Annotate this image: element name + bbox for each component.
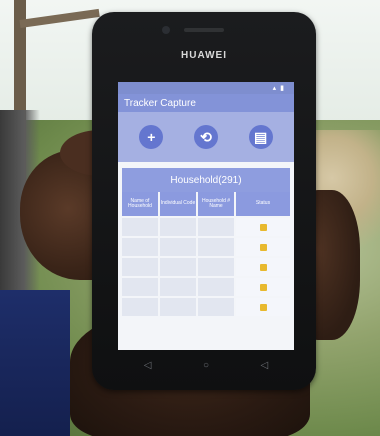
table-cell[interactable] xyxy=(122,218,158,236)
table-cell[interactable] xyxy=(122,278,158,296)
battery-icon: ▮ xyxy=(280,85,284,92)
sync-button[interactable]: ⟲ xyxy=(193,125,218,149)
table-cell[interactable] xyxy=(122,298,158,316)
status-indicator-icon xyxy=(259,283,267,291)
table-title-bar: Household(291) xyxy=(122,168,290,192)
table-cell[interactable] xyxy=(198,218,234,236)
column-header[interactable]: Household # Name xyxy=(198,192,234,216)
table-cell[interactable] xyxy=(160,258,196,276)
smartphone: HUAWEI ▴ ▮ Tracker Capture + ⟲ ▤ Househo… xyxy=(92,12,316,390)
app-title: Tracker Capture xyxy=(124,97,196,109)
table-cell[interactable] xyxy=(160,278,196,296)
table-status-cell[interactable] xyxy=(236,278,290,296)
household-table: Name of Household Individual Code Househ… xyxy=(122,192,290,316)
column-header[interactable]: Individual Code xyxy=(160,192,196,216)
report-button[interactable]: ▤ xyxy=(248,125,273,149)
table-status-cell[interactable] xyxy=(236,298,290,316)
table-cell[interactable] xyxy=(160,238,196,256)
table-cell[interactable] xyxy=(122,238,158,256)
sync-icon: ⟲ xyxy=(200,128,212,145)
table-cell[interactable] xyxy=(160,298,196,316)
table-title: Household(291) xyxy=(170,174,242,186)
back-icon[interactable]: ◁ xyxy=(144,360,152,371)
table-cell[interactable] xyxy=(198,258,234,276)
app-bar: Tracker Capture xyxy=(118,94,294,112)
table-status-cell[interactable] xyxy=(236,238,290,256)
recent-apps-icon[interactable]: ◁ xyxy=(261,360,269,371)
blue-sleeve xyxy=(0,290,70,436)
table-status-cell[interactable] xyxy=(236,258,290,276)
table-cell[interactable] xyxy=(160,218,196,236)
status-indicator-icon xyxy=(259,303,267,311)
front-camera xyxy=(162,26,170,34)
table-status-cell[interactable] xyxy=(236,218,290,236)
home-icon[interactable]: ○ xyxy=(203,360,209,371)
table-cell[interactable] xyxy=(198,238,234,256)
signal-icon: ▴ xyxy=(272,85,277,92)
phone-brand-label: HUAWEI xyxy=(181,50,227,61)
status-indicator-icon xyxy=(259,223,267,231)
column-header[interactable]: Name of Household xyxy=(122,192,158,216)
plus-icon: + xyxy=(147,129,156,145)
table-cell[interactable] xyxy=(198,278,234,296)
phone-screen: ▴ ▮ Tracker Capture + ⟲ ▤ Household(291)… xyxy=(118,82,294,350)
report-icon: ▤ xyxy=(254,128,268,145)
action-row: + ⟲ ▤ xyxy=(118,112,294,162)
add-button[interactable]: + xyxy=(139,125,164,149)
status-indicator-icon xyxy=(259,243,267,251)
earpiece-speaker xyxy=(184,28,224,32)
status-bar: ▴ ▮ xyxy=(118,82,294,94)
navigation-bar: ◁ ○ ◁ xyxy=(118,354,294,376)
status-indicator-icon xyxy=(259,263,267,271)
column-header[interactable]: Status xyxy=(236,192,290,216)
table-cell[interactable] xyxy=(122,258,158,276)
table-cell[interactable] xyxy=(198,298,234,316)
